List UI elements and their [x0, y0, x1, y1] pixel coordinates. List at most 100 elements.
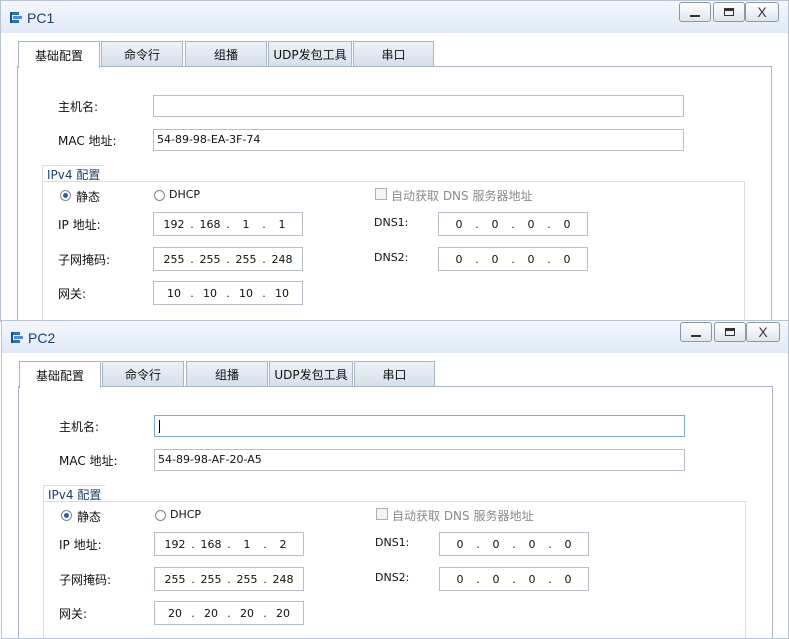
gw-octet-4: 20: [276, 606, 290, 620]
mask-octet-1: 255: [163, 252, 185, 266]
gw-octet-2: 20: [204, 606, 218, 620]
ip-octet-3: 1: [243, 537, 251, 551]
mask-octet-1: 255: [164, 572, 186, 586]
mask-octet-4: 248: [272, 572, 294, 586]
ip-label: IP 地址:: [58, 218, 101, 232]
ip-octet-2: 168: [199, 217, 221, 231]
static-label: 静态: [76, 190, 101, 204]
title-bar[interactable]: PC2 X: [2, 321, 788, 353]
minimize-button[interactable]: [679, 2, 711, 22]
gw-octet-3: 10: [239, 286, 253, 300]
dns2-label: DNS2:: [375, 571, 410, 584]
mask-label: 子网掩码:: [59, 573, 112, 587]
auto-dns-checkbox[interactable]: [376, 508, 388, 520]
mask-octet-2: 255: [200, 572, 222, 586]
title-bar[interactable]: PC1 X: [1, 1, 788, 33]
dns2-field[interactable]: 0. 0. 0. 0: [439, 567, 589, 591]
dns1-octet-3: 0: [527, 217, 535, 231]
tab-multicast[interactable]: 组播: [186, 361, 268, 387]
tab-udp-tool[interactable]: UDP发包工具: [269, 361, 353, 387]
gw-octet-4: 10: [275, 286, 289, 300]
ip-field[interactable]: 192. 168. 1. 1: [153, 212, 303, 236]
mask-octet-2: 255: [199, 252, 221, 266]
tab-serial[interactable]: 串口: [353, 41, 434, 67]
maximize-button[interactable]: [714, 322, 746, 342]
tab-basic-config[interactable]: 基础配置: [19, 361, 101, 388]
gw-octet-3: 20: [240, 606, 254, 620]
mac-field[interactable]: 54-89-98-AF-20-A5: [154, 449, 685, 471]
minimize-button[interactable]: [680, 322, 712, 342]
hostname-label: 主机名:: [59, 420, 100, 434]
dns1-octet-2: 0: [492, 537, 500, 551]
dns1-octet-1: 0: [456, 537, 464, 551]
dns2-octet-1: 0: [456, 572, 464, 586]
gateway-field[interactable]: 20. 20. 20. 20: [154, 601, 304, 625]
ip-label: IP 地址:: [59, 538, 102, 552]
dhcp-radio[interactable]: [155, 510, 166, 521]
dhcp-label: DHCP: [170, 508, 202, 521]
auto-dns-checkbox[interactable]: [375, 188, 387, 200]
static-label: 静态: [77, 510, 102, 524]
ip-octet-4: 1: [278, 217, 286, 231]
dns1-octet-2: 0: [491, 217, 499, 231]
gw-octet-2: 10: [203, 286, 217, 300]
dns1-label: DNS1:: [375, 536, 410, 549]
config-panel: 主机名: MAC 地址: 54-89-98-AF-20-A5 IPv4 配置 静…: [18, 386, 773, 638]
tab-multicast[interactable]: 组播: [185, 41, 267, 67]
hostname-input[interactable]: [153, 95, 684, 117]
dns2-octet-2: 0: [492, 572, 500, 586]
dns2-octet-3: 0: [528, 572, 536, 586]
dns1-field[interactable]: 0. 0. 0. 0: [438, 212, 588, 236]
pc-app-icon: [11, 332, 23, 343]
hostname-label: 主机名:: [58, 100, 99, 114]
mac-field[interactable]: 54-89-98-EA-3F-74: [153, 129, 684, 151]
gateway-label: 网关:: [59, 607, 88, 621]
close-button[interactable]: X: [745, 2, 779, 22]
text-cursor: [159, 419, 160, 433]
static-radio[interactable]: [60, 190, 71, 201]
tab-serial[interactable]: 串口: [354, 361, 435, 387]
mask-octet-3: 255: [235, 252, 257, 266]
pc1-window: PC1 X 基础配置 命令行 组播 UDP发包工具 串口 主机名: MAC 地址…: [0, 0, 789, 322]
dns2-label: DNS2:: [374, 251, 409, 264]
minimize-icon: [690, 15, 700, 17]
mask-field[interactable]: 255. 255. 255. 248: [153, 247, 303, 271]
dhcp-radio[interactable]: [154, 190, 165, 201]
mask-octet-4: 248: [271, 252, 293, 266]
dns1-octet-4: 0: [564, 537, 572, 551]
close-button[interactable]: X: [746, 322, 780, 342]
hostname-input[interactable]: [154, 415, 685, 437]
tab-command-line[interactable]: 命令行: [101, 41, 183, 67]
tab-command-line[interactable]: 命令行: [102, 361, 184, 387]
dhcp-label: DHCP: [169, 188, 201, 201]
maximize-button[interactable]: [713, 2, 745, 22]
dns2-octet-3: 0: [527, 252, 535, 266]
gateway-field[interactable]: 10. 10. 10. 10: [153, 281, 303, 305]
dns2-field[interactable]: 0. 0. 0. 0: [438, 247, 588, 271]
dns1-field[interactable]: 0. 0. 0. 0: [439, 532, 589, 556]
tab-udp-tool[interactable]: UDP发包工具: [268, 41, 352, 67]
mask-octet-3: 255: [236, 572, 258, 586]
auto-dns-label: 自动获取 DNS 服务器地址: [391, 189, 533, 203]
auto-dns-label: 自动获取 DNS 服务器地址: [392, 509, 534, 523]
dns1-label: DNS1:: [374, 216, 409, 229]
dns1-octet-1: 0: [455, 217, 463, 231]
mask-field[interactable]: 255. 255. 255. 248: [154, 567, 304, 591]
maximize-icon: [725, 328, 735, 336]
mac-label: MAC 地址:: [59, 454, 118, 468]
ip-octet-2: 168: [200, 537, 222, 551]
ip-field[interactable]: 192. 168. 1. 2: [154, 532, 304, 556]
minimize-icon: [691, 335, 701, 337]
dns1-octet-3: 0: [528, 537, 536, 551]
pc2-window: PC2 X 基础配置 命令行 组播 UDP发包工具 串口 主机名: MAC 地址…: [1, 320, 789, 639]
window-title: PC1: [27, 10, 55, 26]
ip-octet-4: 2: [279, 537, 287, 551]
window-title: PC2: [28, 330, 56, 346]
ip-octet-3: 1: [242, 217, 250, 231]
gateway-label: 网关:: [58, 287, 87, 301]
gw-octet-1: 10: [167, 286, 181, 300]
dns2-octet-4: 0: [564, 572, 572, 586]
static-radio[interactable]: [61, 510, 72, 521]
dns2-octet-4: 0: [563, 252, 571, 266]
tab-basic-config[interactable]: 基础配置: [18, 41, 100, 68]
